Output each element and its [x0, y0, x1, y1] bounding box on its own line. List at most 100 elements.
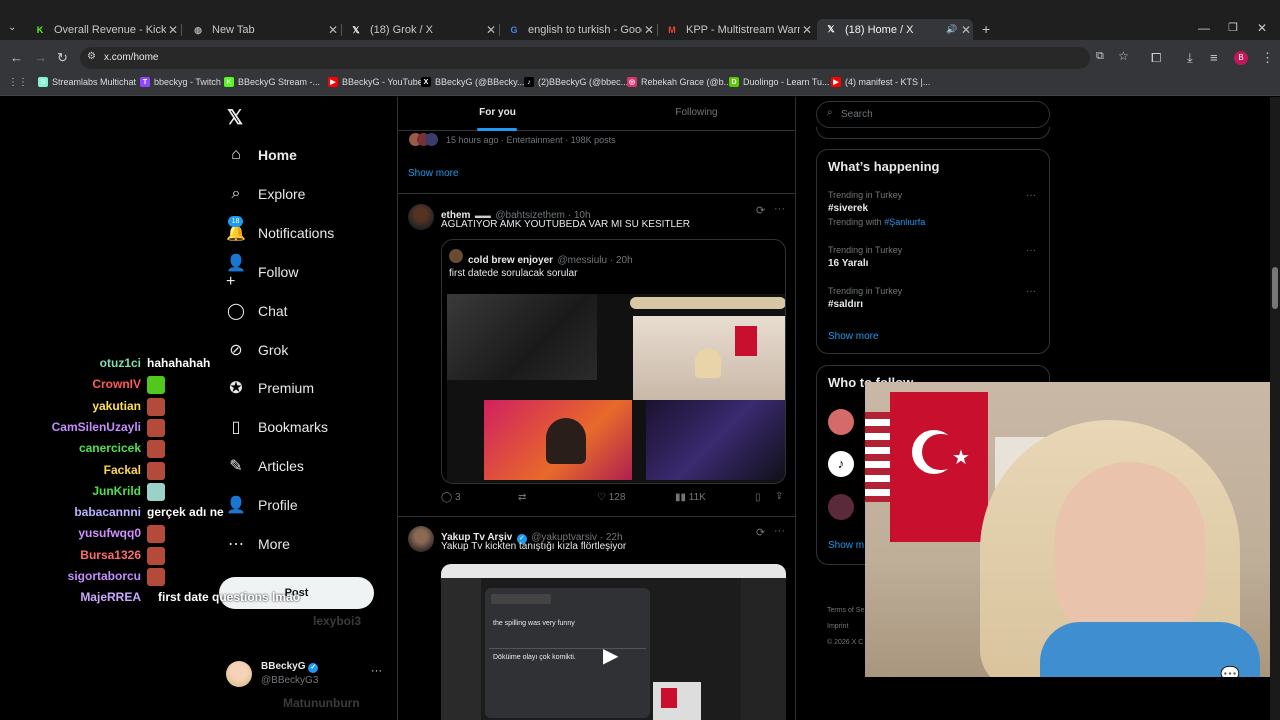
quote-tweet[interactable]: cold brew enjoyer @messiulu · 20h first … [441, 239, 786, 484]
close-tab-icon[interactable]: ✕ [484, 23, 498, 37]
tab-search-icon[interactable]: ⌄ [8, 22, 16, 33]
bookmark-item[interactable]: ♪ (2)BBeckyG (@bbec... [524, 77, 628, 87]
extensions-icon[interactable]: ⧠ [1151, 50, 1161, 66]
site-info-icon[interactable]: ⚙ [87, 51, 96, 62]
page-scrollbar[interactable] [1270, 97, 1280, 720]
reply-button[interactable]: ◯ 3 [441, 492, 461, 503]
quote-media[interactable] [447, 294, 785, 483]
close-window-icon[interactable]: ✕ [1257, 21, 1267, 35]
x-logo-icon[interactable]: 𝕏 [227, 105, 243, 130]
repost-button[interactable]: ⇄ [518, 492, 526, 503]
close-tab-icon[interactable]: ✕ [800, 23, 814, 37]
chat-username: JunKrild [92, 483, 141, 498]
grok-icon[interactable]: ⟳ [756, 204, 765, 217]
download-icon[interactable]: ⤓ [1187, 50, 1193, 66]
tab-gmail[interactable]: M KPP - Multistream Warning - b... ✕ [658, 20, 814, 40]
nav-item-notifications[interactable]: 🔔 18 Notifications [226, 215, 335, 243]
more-icon[interactable]: ··· [371, 665, 382, 677]
bookmark-item[interactable]: X BBeckyG (@BBecky... [421, 77, 525, 87]
back-icon[interactable]: ← [10, 50, 23, 65]
timeline-tabs: For you Following [398, 97, 795, 131]
nav-item-profile[interactable]: 👤 Profile [226, 495, 298, 515]
chat-bubble-icon[interactable]: 💬 [1220, 665, 1240, 677]
tweet[interactable]: Yakup Tv Arşiv ✓ @yakuptvarsiv · 22h ⟳ ·… [398, 517, 795, 720]
like-button[interactable]: ♡ 128 [597, 492, 625, 503]
account-name: BBeckyG ✓ [261, 661, 319, 673]
quote-handle: @messiulu · 20h [557, 255, 633, 266]
views-button[interactable]: ▮▮ 11K [675, 492, 706, 503]
more-icon[interactable]: ··· [1026, 245, 1036, 256]
reload-icon[interactable]: ↻ [57, 50, 68, 66]
bookmark-item[interactable]: K BBeckyG Stream -... [224, 77, 320, 87]
show-more-link[interactable]: Show more [828, 331, 879, 342]
address-bar[interactable]: ⚙ x.com/home ⧉ ☆ [80, 47, 1129, 69]
nav-item-chat[interactable]: ◯ Chat [226, 301, 288, 321]
tab-kick-dashboard[interactable]: K Overall Revenue - Kick Dashbo... ✕ [26, 20, 180, 40]
chat-emote-icon [147, 461, 165, 480]
nav-item-premium[interactable]: ✪ Premium [226, 378, 314, 398]
nav-item-more[interactable]: ⋯ More [226, 534, 290, 554]
close-tab-icon[interactable]: ✕ [326, 23, 340, 37]
close-tab-icon[interactable]: ✕ [642, 23, 656, 37]
close-tab-icon[interactable]: ✕ [959, 23, 973, 37]
show-more-link[interactable]: Show more [408, 168, 459, 179]
media-icon[interactable]: ≡ [1210, 50, 1218, 65]
avatar[interactable]: B [1234, 51, 1248, 65]
close-tab-icon[interactable]: ✕ [166, 23, 180, 37]
whats-happening-panel: What’s happening Trending in Turkey #siv… [816, 149, 1050, 354]
nav-item-bookmarks[interactable]: ▯ Bookmarks [226, 417, 328, 437]
nav-item-label: Notifications [258, 224, 335, 241]
bookmark-item[interactable]: ◎ Rebekah Grace (@b... [627, 77, 731, 87]
avatar[interactable] [828, 409, 854, 435]
tab-for-you[interactable]: For you [398, 97, 597, 131]
play-icon[interactable]: ▶ [603, 644, 627, 668]
nav-item-label: Home [258, 147, 297, 163]
bookmark-item[interactable]: ▶ (4) manifest - KTS |... [831, 77, 930, 87]
bookmark-item[interactable]: ▶ BBeckyG - YouTube [328, 77, 423, 87]
avatar[interactable] [828, 494, 854, 520]
tab-grok-x[interactable]: 𝕏 (18) Grok / X ✕ [342, 20, 498, 40]
avatar[interactable] [408, 204, 434, 230]
avatar[interactable] [408, 526, 434, 552]
apps-icon[interactable]: ⋮⋮ [8, 77, 28, 88]
avatar[interactable]: ♪ [828, 451, 854, 477]
more-icon[interactable]: ··· [774, 525, 785, 537]
show-more-link[interactable]: Show m [828, 540, 864, 551]
minimize-icon[interactable]: — [1198, 21, 1210, 35]
trend-item[interactable]: Trending in Turkey #siverek Trending wit… [828, 190, 1040, 230]
nav-item-grok[interactable]: ⊘ Grok [226, 340, 288, 360]
bookmark-label: (2)BBeckyG (@bbec... [538, 77, 629, 87]
star-icon[interactable]: ☆ [1118, 49, 1129, 63]
install-icon[interactable]: ⧉ [1096, 50, 1104, 63]
restore-icon[interactable]: ❐ [1228, 21, 1238, 34]
bookmark-item[interactable]: S Streamlabs Multichat [38, 77, 136, 87]
bookmark-icon[interactable]: ▯ [755, 492, 761, 503]
nav-item-explore[interactable]: ⌕ Explore [226, 184, 306, 204]
tab-google-search[interactable]: G english to turkish - Google Sea... ✕ [500, 20, 656, 40]
trend-item[interactable]: Trending in Turkey 16 Yaralı ··· [828, 245, 1040, 275]
tab-following[interactable]: Following [597, 97, 795, 131]
speaker-icon[interactable]: 🔊 [945, 24, 959, 35]
more-icon[interactable]: ··· [1026, 190, 1036, 201]
bookmark-item[interactable]: Tbbeckyg - Twitch [140, 77, 221, 87]
grok-icon[interactable]: ⟳ [756, 526, 765, 539]
nav-item-home[interactable]: ⌂ Home [226, 145, 297, 165]
trend-item[interactable]: Trending in Turkey #saldırı ··· [828, 286, 1040, 316]
more-icon[interactable]: ··· [774, 203, 785, 215]
new-tab-button[interactable]: + [982, 21, 990, 37]
account-switcher[interactable]: BBeckyG ✓ @BBeckyG3 ··· [226, 659, 386, 691]
nav-item-follow[interactable]: 👤+ Follow [226, 255, 298, 290]
search-input[interactable]: ⌕ Search [816, 101, 1050, 128]
tab-new-tab[interactable]: ◍ New Tab ✕ [184, 20, 340, 40]
menu-icon[interactable]: ⋮ [1261, 50, 1274, 66]
tweet-video[interactable]: the spilling was very funny Döküime olay… [441, 564, 786, 720]
share-icon[interactable]: ⇪ [775, 491, 783, 502]
forward-icon[interactable]: → [34, 50, 47, 65]
bookmark-item[interactable]: D Duolingo - Learn Tu... [729, 77, 830, 87]
tab-home-x[interactable]: 𝕏 (18) Home / X 🔊 ✕ [817, 19, 973, 40]
nav-item-articles[interactable]: ✎ Articles [226, 456, 304, 476]
more-icon[interactable]: ··· [1026, 286, 1036, 297]
chat-emote-icon [147, 397, 165, 416]
home-icon: ⌂ [231, 146, 241, 163]
tweet[interactable]: ethem ▬▬ @bahtsizethem · 10h ⟳ ··· AGLAT… [398, 194, 795, 516]
